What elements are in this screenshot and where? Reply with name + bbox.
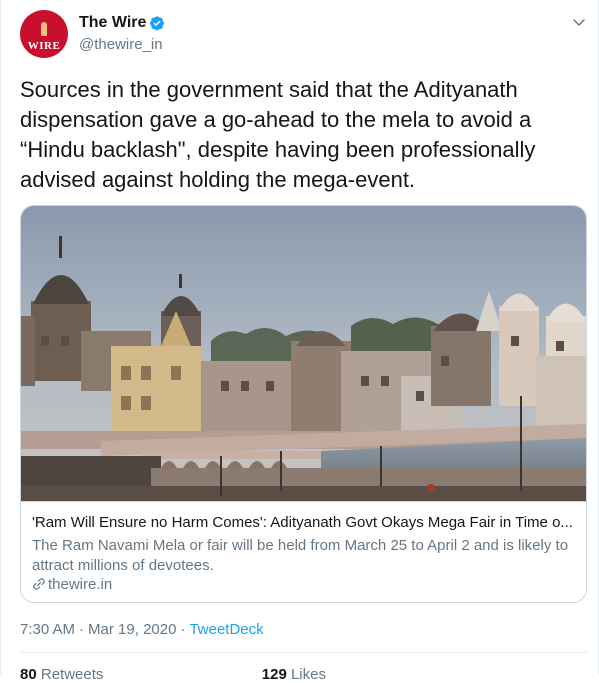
verified-badge-icon: [150, 16, 164, 31]
link-icon: [33, 578, 45, 590]
account-name[interactable]: The Wire: [79, 14, 146, 32]
card-title[interactable]: 'Ram Will Ensure no Harm Comes': Adityan…: [32, 514, 575, 531]
card-domain-text: thewire.in: [48, 576, 113, 593]
tweet-source[interactable]: TweetDeck: [189, 621, 263, 638]
card-image-ayodhya-ghats: [21, 206, 586, 501]
tweet-time[interactable]: 7:30 AM: [20, 621, 75, 638]
account-handle[interactable]: @thewire_in: [79, 36, 163, 53]
separator-dot: ·: [79, 621, 85, 638]
card-domain[interactable]: thewire.in: [32, 576, 112, 593]
tweet-text: Sources in the government said that the …: [20, 77, 536, 192]
separator-dot: ·: [180, 621, 186, 638]
avatar-flame-icon: [41, 22, 47, 36]
tweet-date[interactable]: Mar 19, 2020: [88, 621, 176, 638]
link-card[interactable]: 'Ram Will Ensure no Harm Comes': Adityan…: [20, 205, 587, 603]
avatar-logo-text: WIRE: [27, 40, 61, 52]
tweet-meta: 7:30 AM · Mar 19, 2020 · TweetDeck: [20, 621, 264, 638]
card-description: The Ram Navami Mela or fair will be held…: [32, 537, 569, 574]
card-meta[interactable]: 'Ram Will Ensure no Harm Comes': Adityan…: [21, 501, 586, 602]
chevron-down-icon[interactable]: [571, 14, 587, 30]
avatar[interactable]: WIRE: [20, 10, 68, 58]
tweet: WIRE The Wire @thewire_in Sources in the…: [0, 0, 599, 683]
divider: [20, 652, 587, 653]
